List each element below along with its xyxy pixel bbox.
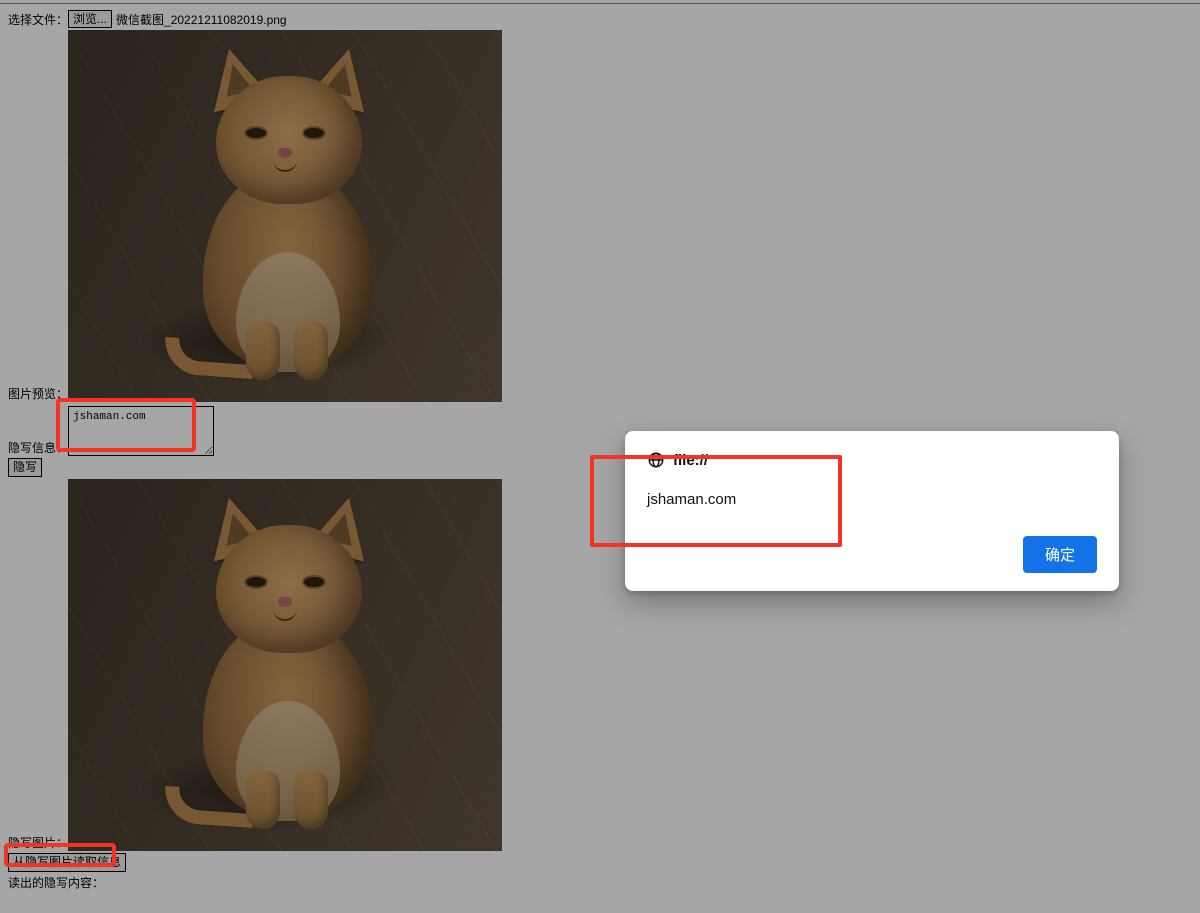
alert-dialog: file:// jshaman.com 确定	[625, 431, 1119, 591]
alert-origin: file://	[647, 451, 1097, 469]
alert-message: jshaman.com	[647, 491, 1097, 508]
alert-origin-text: file://	[673, 452, 708, 469]
alert-ok-button[interactable]: 确定	[1023, 536, 1097, 573]
globe-icon	[647, 451, 665, 469]
alert-actions: 确定	[647, 536, 1097, 573]
